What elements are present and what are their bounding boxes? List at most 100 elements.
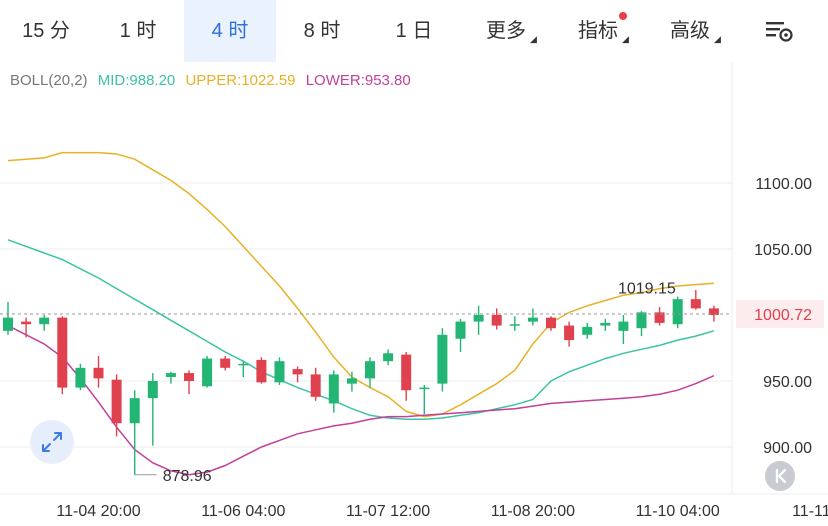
candle (365, 357, 375, 388)
candle (437, 328, 448, 392)
tab-label: 4 时 (211, 20, 249, 42)
x-tick-label: 11-11 12 (792, 503, 828, 520)
y-tick-label: 1050.00 (754, 242, 812, 259)
y-tick-label: 900.00 (763, 440, 812, 457)
tab-5[interactable]: 更多 ◢ (460, 0, 552, 62)
candle (111, 374, 122, 437)
candle (618, 315, 629, 345)
candle (310, 367, 321, 401)
candle-body (509, 324, 520, 326)
timeframe-tab-bar: 15 分 1 时 4 时 8 时 1 日 更多 ◢ 指标 ◢ 高级 ◢ (0, 0, 828, 62)
candle (672, 296, 683, 329)
chevron-left-icon (775, 468, 787, 484)
y-tick-label: 1100.00 (755, 176, 812, 193)
candle-body (636, 312, 647, 329)
x-tick-label: 11-10 04:00 (636, 503, 720, 520)
y-tick-label: 950.00 (763, 374, 812, 391)
tab-1[interactable]: 1 时 (92, 0, 184, 62)
candle (220, 355, 231, 371)
candle (473, 305, 484, 335)
x-tick-label: 11-07 12:00 (346, 503, 430, 520)
candle-body (147, 381, 158, 399)
candle-body (111, 379, 122, 424)
candle-body (383, 353, 394, 362)
tab-label: 1 日 (395, 20, 433, 42)
candle (39, 315, 50, 331)
candle-body (93, 367, 104, 379)
chart-settings-icon[interactable] (762, 16, 798, 46)
candle (202, 355, 213, 388)
candle (509, 316, 520, 331)
tab-6[interactable]: 指标 ◢ (552, 0, 644, 62)
tab-4[interactable]: 1 日 (368, 0, 460, 62)
tab-label: 高级 (670, 20, 710, 42)
candle (328, 370, 339, 413)
candle-body (564, 325, 575, 341)
x-tick-label: 11-08 20:00 (491, 503, 575, 520)
candle-body (129, 398, 140, 424)
candlestick-chart[interactable]: 1100.00 1050.00 950.00 900.00 11-04 20:00 11-… (0, 62, 828, 526)
tab-0[interactable]: 15 分 (0, 0, 92, 62)
candle (564, 321, 575, 347)
candle-body (39, 317, 50, 325)
candle-body (3, 317, 13, 331)
candle (383, 349, 394, 366)
candle (3, 301, 13, 335)
expand-icon (42, 432, 62, 452)
candle-body (546, 317, 556, 329)
candle-body (600, 322, 611, 326)
candle-body (220, 358, 231, 368)
candle-body (672, 299, 683, 325)
candle-body (618, 321, 629, 331)
candle-body (21, 321, 32, 325)
candle-body (437, 334, 448, 384)
tab-3[interactable]: 8 时 (276, 0, 368, 62)
candle-body (419, 387, 430, 390)
candle-body (346, 378, 357, 384)
candle-body (274, 361, 285, 383)
x-tick-label: 11-06 04:00 (201, 503, 285, 520)
candle-body (473, 315, 484, 322)
candle-body (184, 373, 194, 381)
candle-body (401, 354, 412, 391)
candle-body (238, 363, 249, 366)
tab-label: 8 时 (303, 20, 341, 42)
candle (491, 308, 502, 330)
candle-body (310, 374, 321, 397)
candle-body (491, 315, 502, 326)
candle (93, 355, 104, 388)
candle (690, 289, 701, 310)
notification-dot-icon (619, 12, 627, 20)
candle (600, 318, 611, 331)
expand-chart-button[interactable] (30, 420, 74, 464)
candle-body (365, 361, 375, 379)
tab-2[interactable]: 4 时 (184, 0, 276, 62)
min-price-label: 878.96 (163, 468, 212, 485)
candle-body (256, 359, 267, 383)
tab-label: 更多 (486, 20, 526, 42)
candle (75, 363, 86, 391)
candle (636, 311, 647, 337)
tab-label: 指标 (578, 20, 618, 42)
candle-body (57, 317, 68, 388)
candle (274, 357, 285, 385)
candle (401, 351, 412, 401)
candle-body (690, 299, 701, 309)
candle (147, 373, 158, 446)
scroll-to-latest-button[interactable] (765, 461, 795, 491)
dropdown-caret-icon: ◢ (530, 34, 537, 44)
candle-body (75, 367, 86, 388)
candle (292, 366, 303, 383)
candle-body (328, 374, 339, 404)
candle (654, 307, 665, 326)
tab-label: 15 分 (22, 20, 70, 42)
dropdown-caret-icon: ◢ (714, 34, 721, 44)
boll-upper-line (7, 151, 714, 418)
tab-7[interactable]: 高级 ◢ (644, 0, 736, 62)
candle (527, 308, 538, 326)
candle (419, 384, 430, 414)
candle (256, 357, 267, 384)
candle (129, 390, 140, 475)
candle (165, 371, 176, 384)
candle (21, 317, 32, 338)
